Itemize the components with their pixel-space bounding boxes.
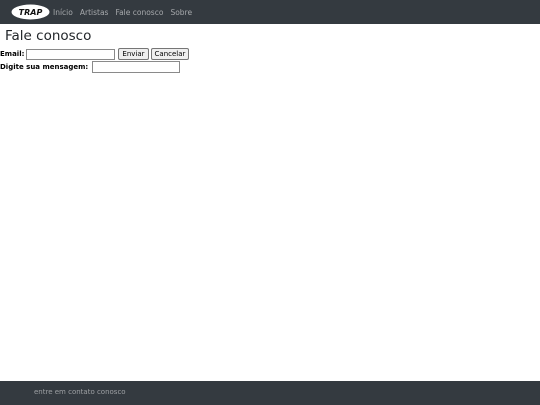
brand-logo[interactable]: TRAP xyxy=(11,4,50,20)
brand-logo-text: TRAP xyxy=(19,8,43,17)
nav-link-fale-conosco[interactable]: Fale conosco xyxy=(115,8,163,17)
submit-button[interactable]: Enviar xyxy=(118,48,149,60)
email-label: Email: xyxy=(0,50,25,58)
brand-logo-graphic: TRAP xyxy=(11,4,50,20)
cancel-button[interactable]: Cancelar xyxy=(150,48,190,60)
page-title: Fale conosco xyxy=(5,28,92,44)
page-footer: entre em contato conosco xyxy=(0,381,540,405)
message-row: Digite sua mensagem: xyxy=(0,61,181,73)
message-field[interactable] xyxy=(92,61,181,73)
nav-link-artistas[interactable]: Artistas xyxy=(80,8,109,17)
top-navbar: TRAP Início Artistas Fale conosco Sobre xyxy=(0,0,540,24)
message-label: Digite sua mensagem: xyxy=(0,63,89,71)
nav-link-sobre[interactable]: Sobre xyxy=(170,8,192,17)
email-row: Email: Enviar Cancelar xyxy=(0,48,190,60)
nav-link-inicio[interactable]: Início xyxy=(53,8,73,17)
nav-links: Início Artistas Fale conosco Sobre xyxy=(53,8,199,17)
footer-text: entre em contato conosco xyxy=(34,388,126,396)
email-field[interactable] xyxy=(26,48,116,60)
